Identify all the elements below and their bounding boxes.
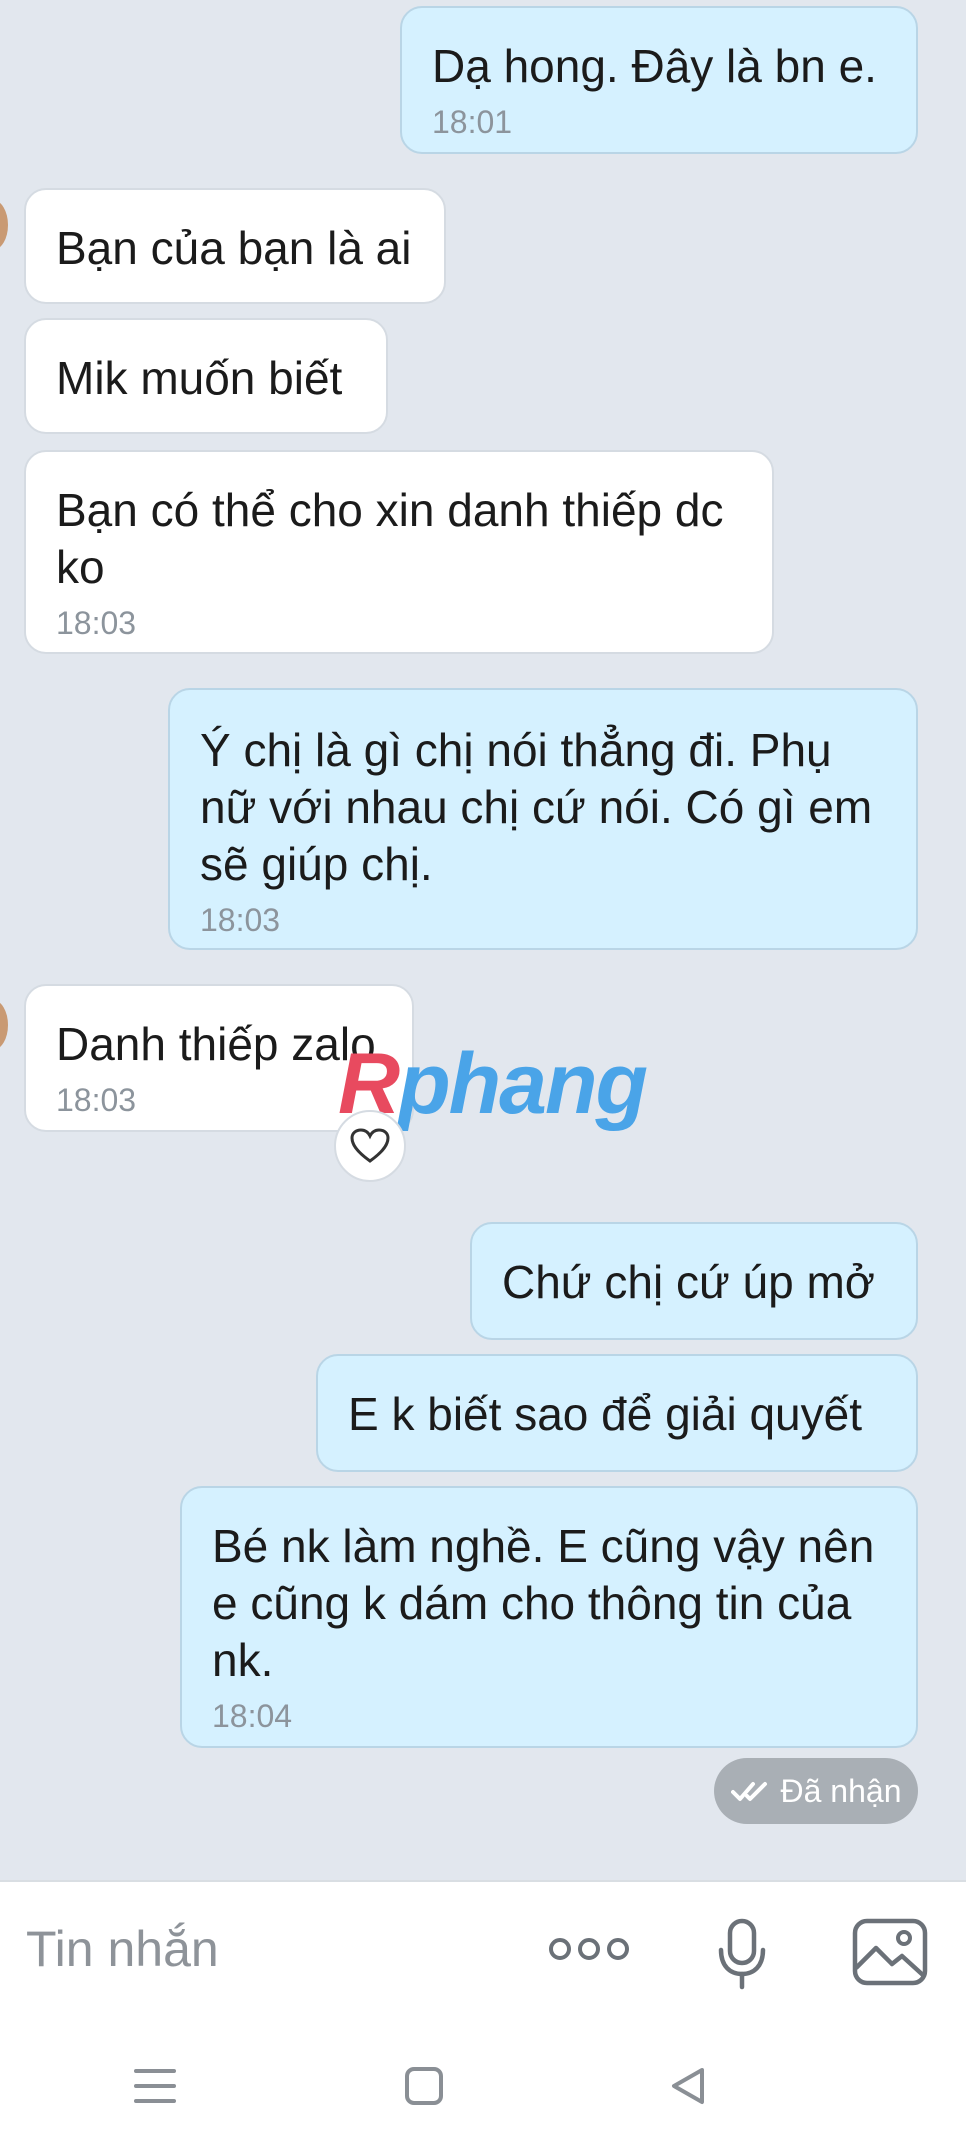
message-bubble-outgoing[interactable]: Bé nk làm nghề. E cũng vậy nên e cũng k …: [180, 1486, 918, 1748]
more-dots-icon[interactable]: [548, 1934, 630, 1969]
contact-avatar[interactable]: [0, 200, 8, 250]
message-bubble-outgoing[interactable]: Dạ hong. Đây là bn e. 18:01: [400, 6, 918, 154]
read-receipt-badge: Đã nhận: [714, 1758, 918, 1824]
message-input[interactable]: Tin nhắn: [26, 1920, 219, 1978]
chat-area[interactable]: Dạ hong. Đây là bn e. 18:01 Bạn của bạn …: [0, 0, 966, 1880]
message-time: 18:03: [200, 902, 281, 938]
home-icon[interactable]: [404, 2066, 444, 2111]
message-text: E k biết sao để giải quyết: [348, 1388, 862, 1440]
microphone-icon[interactable]: [716, 1918, 768, 1995]
back-icon[interactable]: [668, 2066, 708, 2111]
message-time: 18:04: [212, 1698, 293, 1734]
receipt-label: Đã nhận: [780, 1772, 902, 1809]
message-text: Bé nk làm nghề. E cũng vậy nên e cũng k …: [212, 1520, 875, 1686]
message-bubble-incoming[interactable]: Mik muốn biết: [24, 318, 388, 434]
message-input-bar: Tin nhắn: [0, 1880, 966, 2020]
message-text: Dạ hong. Đây là bn e.: [432, 40, 877, 92]
message-bubble-outgoing[interactable]: Chứ chị cứ úp mở: [470, 1222, 918, 1340]
message-text: Ý chị là gì chị nói thẳng đi. Phụ nữ với…: [200, 724, 873, 890]
menu-icon[interactable]: [134, 2066, 176, 2111]
message-text: Bạn có thể cho xin danh thiếp dc ko: [56, 484, 724, 593]
contact-avatar[interactable]: [0, 1000, 8, 1050]
message-bubble-incoming[interactable]: Bạn của bạn là ai: [24, 188, 446, 304]
message-text: Chứ chị cứ úp mở: [502, 1256, 875, 1308]
message-time: 18:01: [432, 104, 513, 140]
message-bubble-outgoing[interactable]: E k biết sao để giải quyết: [316, 1354, 918, 1472]
double-check-icon: [730, 1782, 767, 1801]
message-time: 18:03: [56, 605, 137, 641]
message-bubble-incoming[interactable]: Bạn có thể cho xin danh thiếp dc ko 18:0…: [24, 450, 774, 654]
message-bubble-outgoing[interactable]: Ý chị là gì chị nói thẳng đi. Phụ nữ với…: [168, 688, 918, 950]
reaction-button[interactable]: [334, 1110, 406, 1182]
image-icon[interactable]: [852, 1918, 928, 1991]
system-navigation-bar: [0, 2020, 966, 2156]
message-text: Mik muốn biết: [56, 352, 343, 404]
message-time: 18:03: [56, 1082, 137, 1118]
message-text: Bạn của bạn là ai: [56, 222, 412, 274]
heart-icon: [350, 1128, 390, 1163]
message-text: Danh thiếp zalo: [56, 1018, 376, 1070]
